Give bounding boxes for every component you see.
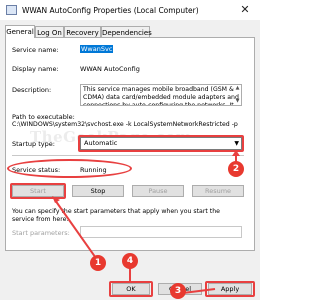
badge-4: 4 xyxy=(122,253,138,269)
arrow-1-head xyxy=(52,196,60,203)
badge-3: 3 xyxy=(170,283,186,299)
arrow-1 xyxy=(54,199,99,262)
badge-1: 1 xyxy=(90,255,106,271)
tab-general[interactable]: General xyxy=(5,25,35,38)
badge-2: 2 xyxy=(228,161,244,177)
arrow-2-head xyxy=(232,150,240,156)
arrow-3 xyxy=(182,288,216,294)
